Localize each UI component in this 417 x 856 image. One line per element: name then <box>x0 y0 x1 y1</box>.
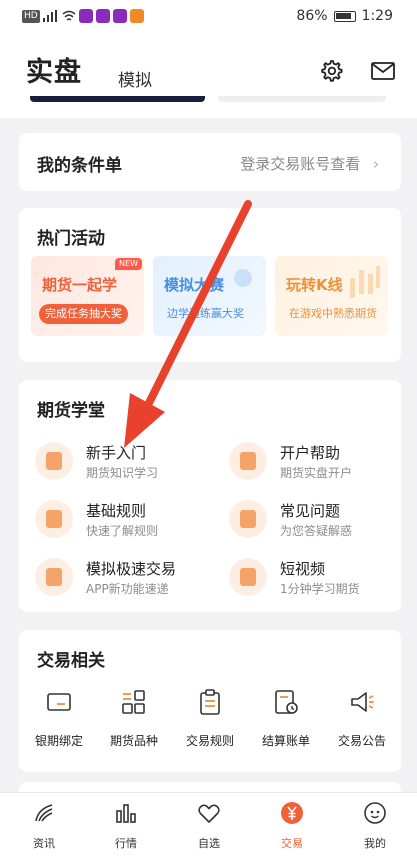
promo-learn[interactable]: 期货一起学 完成任务抽大奖 NEW <box>31 256 144 336</box>
carrier-badge: HD <box>22 9 40 23</box>
video-icon <box>229 558 267 596</box>
trophy-icon <box>234 269 252 287</box>
battery-icon <box>333 10 356 22</box>
nav-label: 交易 <box>281 837 303 850</box>
trade-item-label: 期货品种 <box>109 734 158 748</box>
trade-title: 交易相关 <box>37 651 105 671</box>
grid-icon <box>122 690 145 714</box>
tab-simulation[interactable]: 模拟 <box>118 66 152 91</box>
clock: 1:29 <box>361 8 393 24</box>
learn-item-desc: 期货实盘开户 <box>280 466 353 480</box>
trade-item-bank-binding[interactable]: 银期绑定 <box>21 688 97 749</box>
status-bar: HD 86% 1:29 <box>0 0 417 34</box>
conditions-card[interactable]: 我的条件单 登录交易账号查看 › <box>19 133 401 191</box>
signpost-icon <box>35 442 73 480</box>
yuan-icon <box>281 802 303 824</box>
activities-card: 热门活动 期货一起学 完成任务抽大奖 NEW 模拟大赛 边学边练赢大奖 玩转K线… <box>19 208 401 362</box>
nav-news[interactable]: 资讯 <box>9 801 79 851</box>
chevron-right-icon: › <box>373 155 379 173</box>
account-card-edge <box>218 96 386 102</box>
learn-item-desc: 期货知识学习 <box>86 466 159 480</box>
form-icon <box>229 442 267 480</box>
learn-item-name: 开户帮助 <box>280 444 341 462</box>
account-card-edge <box>30 96 205 102</box>
promo-contest[interactable]: 模拟大赛 边学边练赢大奖 <box>153 256 266 336</box>
question-icon <box>229 500 267 538</box>
promo-kline[interactable]: 玩转K线 在游戏中熟悉期货 <box>275 256 388 336</box>
activities-title: 热门活动 <box>37 229 105 249</box>
learn-item-short-video[interactable]: 短视频 1分钟学习期货 <box>229 556 409 606</box>
trade-item-varieties[interactable]: 期货品种 <box>96 688 172 749</box>
nav-label: 资讯 <box>33 837 55 850</box>
app-notification-icon <box>95 9 110 23</box>
play-notification-icon <box>129 9 144 23</box>
learn-item-name: 基础规则 <box>86 502 147 520</box>
learn-item-name: 常见问题 <box>280 502 341 520</box>
learn-item-faq[interactable]: 常见问题 为您答疑解惑 <box>229 498 409 548</box>
mail-icon[interactable] <box>370 58 396 84</box>
bill-icon <box>275 690 298 714</box>
learn-item-desc: 1分钟学习期货 <box>280 582 360 596</box>
learn-item-name: 短视频 <box>280 560 326 578</box>
trade-item-label: 结算账单 <box>261 734 310 748</box>
tab-real-trading[interactable]: 实盘 <box>26 50 82 89</box>
promo-subtitle: 边学边练赢大奖 <box>167 307 244 320</box>
clipboard-icon <box>200 689 220 715</box>
grid-search-icon <box>35 558 73 596</box>
learn-item-desc: 为您答疑解惑 <box>280 524 353 538</box>
learn-item-desc: 快速了解规则 <box>86 524 159 538</box>
battery-percent: 86% <box>296 8 328 24</box>
nav-label: 我的 <box>364 837 386 850</box>
wifi-icon <box>62 10 76 21</box>
trade-item-label: 银期绑定 <box>34 734 83 748</box>
scrolled-banner-edge <box>0 96 417 118</box>
learn-card: 期货学堂 新手入门 期货知识学习 开户帮助 期货实盘开户 基础规则 快速了解规则… <box>19 380 401 612</box>
megaphone-icon <box>351 692 374 712</box>
nav-profile[interactable]: 我的 <box>340 801 410 851</box>
promo-title: 模拟大赛 <box>164 276 225 294</box>
trade-item-trade-rules[interactable]: 交易规则 <box>172 688 248 749</box>
candlestick-icon <box>350 266 380 298</box>
conditions-title: 我的条件单 <box>37 156 122 176</box>
promo-subtitle: 在游戏中熟悉期货 <box>289 307 377 320</box>
app-notification-icon <box>112 9 127 23</box>
login-link[interactable]: 登录交易账号查看 › <box>240 153 379 174</box>
new-badge: NEW <box>115 258 142 270</box>
login-link-label: 登录交易账号查看 <box>240 155 361 173</box>
nav-trade[interactable]: 交易 <box>257 801 327 851</box>
bottom-nav: 资讯 行情 自选 交易 我的 <box>0 792 417 856</box>
trade-item-announcements[interactable]: 交易公告 <box>324 688 400 749</box>
profile-icon <box>364 802 386 824</box>
signal-icon <box>42 10 57 22</box>
trade-item-label: 交易公告 <box>337 734 386 748</box>
document-icon <box>35 500 73 538</box>
status-right: 86% 1:29 <box>296 8 393 24</box>
trade-item-statement[interactable]: 结算账单 <box>248 688 324 749</box>
learn-item-account-help[interactable]: 开户帮助 期货实盘开户 <box>229 440 409 490</box>
promo-subtitle: 完成任务抽大奖 <box>39 304 128 324</box>
card-icon <box>47 693 71 711</box>
learn-item-name: 新手入门 <box>86 444 147 462</box>
learn-item-fast-trade[interactable]: 模拟极速交易 APP新功能速递 <box>35 556 215 606</box>
app-notification-icon <box>78 9 93 23</box>
app-header: 实盘 模拟 <box>0 34 417 96</box>
learn-title: 期货学堂 <box>37 401 105 421</box>
learn-item-name: 模拟极速交易 <box>86 560 177 578</box>
nav-label: 行情 <box>115 837 137 850</box>
bars-icon <box>116 804 136 823</box>
nav-label: 自选 <box>198 837 220 850</box>
learn-item-desc: APP新功能速递 <box>86 582 169 596</box>
status-left: HD <box>22 9 144 23</box>
nav-market[interactable]: 行情 <box>91 801 161 851</box>
learn-item-beginner[interactable]: 新手入门 期货知识学习 <box>35 440 215 490</box>
learn-item-basic-rules[interactable]: 基础规则 快速了解规则 <box>35 498 215 548</box>
trade-item-label: 交易规则 <box>185 734 234 748</box>
promo-title: 期货一起学 <box>42 276 118 294</box>
nav-watchlist[interactable]: 自选 <box>174 801 244 851</box>
gear-icon[interactable] <box>318 58 344 84</box>
news-icon <box>35 804 53 822</box>
heart-icon <box>198 804 220 823</box>
trade-card: 交易相关 银期绑定 期货品种 交易规则 结算账单 交易公告 <box>19 630 401 772</box>
promo-title: 玩转K线 <box>286 276 343 294</box>
